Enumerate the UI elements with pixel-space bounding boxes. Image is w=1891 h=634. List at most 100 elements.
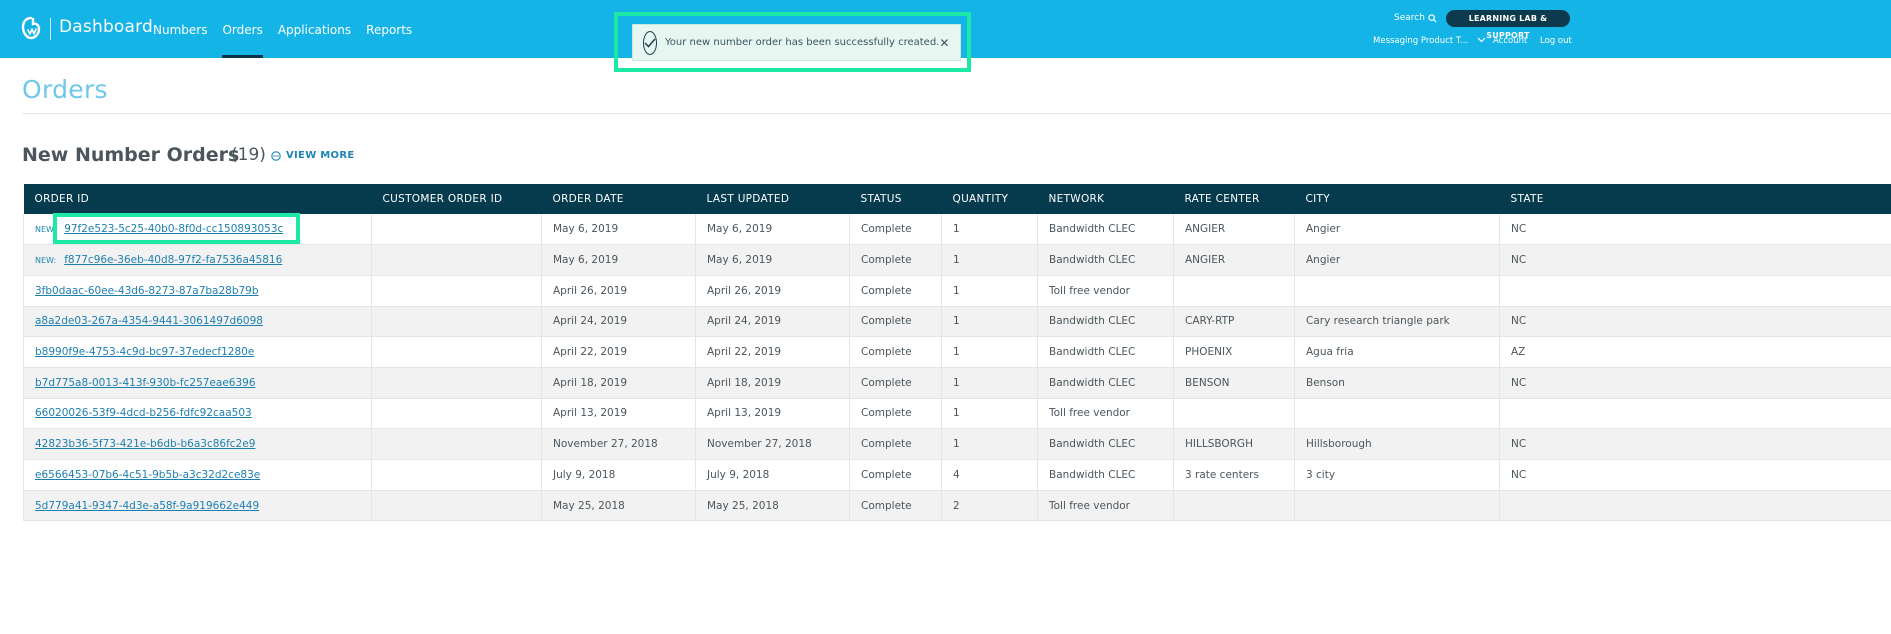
cell-state: NC <box>1499 459 1891 491</box>
cell-status: Complete <box>849 398 942 430</box>
cell-order-id: NEW: 97f2e523-5c25-40b0-8f0d-cc150893053c <box>23 214 372 246</box>
order-id-link[interactable]: a8a2de03-267a-4354-9441-3061497d6098 <box>35 315 263 327</box>
cell-status: Complete <box>849 336 942 368</box>
order-id-link[interactable]: b8990f9e-4753-4c9d-bc97-37edecf1280e <box>35 346 254 358</box>
cell-state: NC <box>1499 244 1891 276</box>
logo-divider <box>50 18 51 40</box>
order-id-link[interactable]: b7d775a8-0013-413f-930b-fc257eae6396 <box>35 377 256 389</box>
cell-city: Hillsborough <box>1294 428 1500 460</box>
cell-network: Bandwidth CLEC <box>1037 214 1174 246</box>
cell-last-updated: July 9, 2018 <box>695 459 850 491</box>
account-link[interactable]: Account <box>1493 36 1527 46</box>
cell-city <box>1294 275 1500 307</box>
brand-title[interactable]: Dashboard <box>59 17 153 37</box>
cell-order-id: e6566453-07b6-4c51-9b5b-a3c32d2ce83e <box>23 459 372 491</box>
cell-last-updated: November 27, 2018 <box>695 428 850 460</box>
table-row[interactable]: 5d779a41-9347-4d3e-a58f-9a919662e449 May … <box>23 490 1891 522</box>
view-more-label: VIEW MORE <box>286 150 355 161</box>
search-icon <box>1428 13 1437 23</box>
order-id-link[interactable]: 5d779a41-9347-4d3e-a58f-9a919662e449 <box>35 500 259 512</box>
cell-city: Angier <box>1294 244 1500 276</box>
table-row[interactable]: NEW: 97f2e523-5c25-40b0-8f0d-cc150893053c… <box>23 214 1891 246</box>
column-header[interactable]: LAST UPDATED <box>695 184 850 214</box>
cell-network: Bandwidth CLEC <box>1037 459 1174 491</box>
cell-order-date: November 27, 2018 <box>541 428 696 460</box>
table-row[interactable]: NEW: f877c96e-36eb-40d8-97f2-fa7536a45816… <box>23 244 1891 276</box>
page-title: Orders <box>22 75 108 104</box>
learning-lab-support-button[interactable]: LEARNING LAB & SUPPORT <box>1446 10 1570 40</box>
column-header[interactable]: STATUS <box>849 184 942 214</box>
cell-last-updated: April 18, 2019 <box>695 367 850 399</box>
order-id-link[interactable]: f877c96e-36eb-40d8-97f2-fa7536a45816 <box>64 254 282 266</box>
cell-state: NC <box>1499 306 1891 338</box>
cell-rate-center <box>1173 275 1295 307</box>
table-row[interactable]: b7d775a8-0013-413f-930b-fc257eae6396 Apri… <box>23 367 1891 399</box>
column-header[interactable]: NETWORK <box>1037 184 1174 214</box>
cell-order-id: b8990f9e-4753-4c9d-bc97-37edecf1280e <box>23 336 372 368</box>
cell-order-date: April 26, 2019 <box>541 275 696 307</box>
cell-city: 3 city <box>1294 459 1500 491</box>
table-row[interactable]: a8a2de03-267a-4354-9441-3061497d6098 Apri… <box>23 306 1891 338</box>
nav-numbers[interactable]: Numbers <box>153 0 207 58</box>
column-header[interactable]: QUANTITY <box>941 184 1038 214</box>
column-header[interactable]: STATE <box>1499 184 1891 214</box>
view-more-link[interactable]: VIEW MORE <box>271 150 355 161</box>
cell-last-updated: May 6, 2019 <box>695 244 850 276</box>
search-link[interactable]: Search <box>1394 13 1437 23</box>
nav-reports[interactable]: Reports <box>366 0 412 58</box>
cell-order-date: April 18, 2019 <box>541 367 696 399</box>
cell-customer-order-id <box>371 306 542 338</box>
cell-city <box>1294 398 1500 430</box>
cell-order-id: b7d775a8-0013-413f-930b-fc257eae6396 <box>23 367 372 399</box>
order-id-link[interactable]: 97f2e523-5c25-40b0-8f0d-cc150893053c <box>64 223 283 235</box>
cell-customer-order-id <box>371 244 542 276</box>
cell-rate-center: BENSON <box>1173 367 1295 399</box>
cell-network: Bandwidth CLEC <box>1037 428 1174 460</box>
cell-network: Toll free vendor <box>1037 398 1174 430</box>
cell-last-updated: April 22, 2019 <box>695 336 850 368</box>
column-header[interactable]: CITY <box>1294 184 1500 214</box>
table-row[interactable]: 66020026-53f9-4dcd-b256-fdfc92caa503 Apri… <box>23 398 1891 430</box>
table-row[interactable]: 3fb0daac-60ee-43d6-8273-87a7ba28b79b Apri… <box>23 275 1891 307</box>
column-header[interactable]: ORDER DATE <box>541 184 696 214</box>
nav-orders[interactable]: Orders <box>222 0 264 58</box>
table-body: NEW: 97f2e523-5c25-40b0-8f0d-cc150893053c… <box>23 214 1891 522</box>
nav-applications[interactable]: Applications <box>278 0 351 58</box>
cell-state: NC <box>1499 428 1891 460</box>
cell-customer-order-id <box>371 214 542 246</box>
cell-status: Complete <box>849 428 942 460</box>
check-circle-icon <box>643 30 657 55</box>
close-icon[interactable]: ✕ <box>939 36 949 50</box>
cell-order-date: April 24, 2019 <box>541 306 696 338</box>
section-title: New Number Orders <box>22 144 240 166</box>
account-selector[interactable]: Messaging Product T... <box>1373 36 1486 46</box>
order-id-link[interactable]: e6566453-07b6-4c51-9b5b-a3c32d2ce83e <box>35 469 260 481</box>
cell-last-updated: May 25, 2018 <box>695 490 850 522</box>
column-header[interactable]: RATE CENTER <box>1173 184 1295 214</box>
order-id-link[interactable]: 42823b36-5f73-421e-b6db-b6a3c86fc2e9 <box>35 438 255 450</box>
cell-city <box>1294 490 1500 522</box>
cell-rate-center: HILLSBORGH <box>1173 428 1295 460</box>
order-id-link[interactable]: 3fb0daac-60ee-43d6-8273-87a7ba28b79b <box>35 285 259 297</box>
cell-quantity: 1 <box>941 244 1038 276</box>
cell-status: Complete <box>849 306 942 338</box>
cell-order-id: 5d779a41-9347-4d3e-a58f-9a919662e449 <box>23 490 372 522</box>
table-row[interactable]: b8990f9e-4753-4c9d-bc97-37edecf1280e Apri… <box>23 336 1891 368</box>
logout-link[interactable]: Log out <box>1540 36 1572 46</box>
cell-rate-center: 3 rate centers <box>1173 459 1295 491</box>
column-header[interactable]: CUSTOMER ORDER ID <box>371 184 542 214</box>
column-header[interactable]: ORDER ID <box>23 184 372 214</box>
cell-order-date: May 6, 2019 <box>541 214 696 246</box>
cell-state <box>1499 490 1891 522</box>
table-row[interactable]: e6566453-07b6-4c51-9b5b-a3c32d2ce83e July… <box>23 459 1891 491</box>
chevron-down-icon <box>1477 37 1486 43</box>
cell-status: Complete <box>849 459 942 491</box>
cell-order-id: NEW: f877c96e-36eb-40d8-97f2-fa7536a45816 <box>23 244 372 276</box>
cell-order-id: 66020026-53f9-4dcd-b256-fdfc92caa503 <box>23 398 372 430</box>
cell-rate-center: CARY-RTP <box>1173 306 1295 338</box>
bandwidth-logo-icon[interactable] <box>20 16 42 42</box>
table-row[interactable]: 42823b36-5f73-421e-b6db-b6a3c86fc2e9 Nove… <box>23 428 1891 460</box>
cell-quantity: 1 <box>941 275 1038 307</box>
cell-last-updated: April 26, 2019 <box>695 275 850 307</box>
order-id-link[interactable]: 66020026-53f9-4dcd-b256-fdfc92caa503 <box>35 407 252 419</box>
